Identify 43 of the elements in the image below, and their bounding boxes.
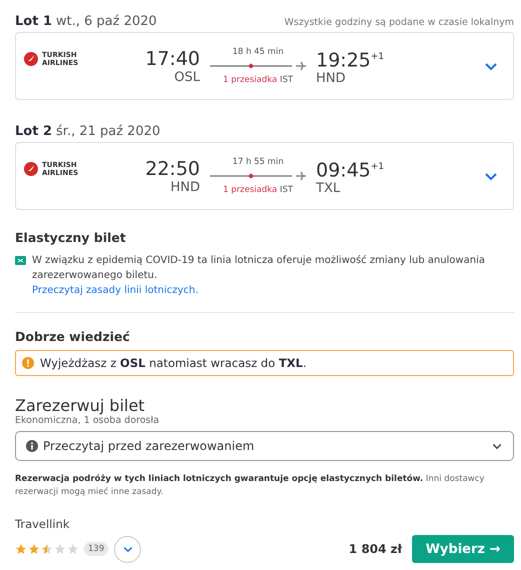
flight-label: Lot 2 — [15, 124, 52, 139]
departure-airport: OSL — [174, 70, 200, 84]
flight-date: wt., 6 paź 2020 — [56, 14, 157, 29]
departure-time: 22:50 — [145, 158, 200, 180]
arrival-time: 19:25$^{+1}$ — [316, 48, 384, 72]
star-icon — [54, 543, 66, 555]
departure-airport: HND — [170, 180, 200, 194]
provider-name: Travellink — [15, 517, 71, 531]
star-icon — [28, 543, 40, 555]
select-button[interactable]: Wybierz → — [412, 535, 514, 563]
section-title: Elastyczny bilet — [15, 230, 127, 245]
flight-label: Lot 1 — [15, 14, 52, 29]
price: 1 804 zł — [348, 542, 402, 556]
info-dropdown[interactable]: Przeczytaj przed zarezerwowaniem — [15, 431, 514, 461]
flight-duration: 18 h 45 min — [232, 47, 284, 57]
warning-text: Wyjeżdżasz z OSL natomiast wracasz do TXL. — [40, 356, 307, 370]
airline-logo-icon — [24, 52, 38, 66]
review-count: 139 — [84, 542, 108, 556]
airline-logo-icon — [24, 162, 38, 176]
stopover-info: 1 przesiadka IST — [223, 185, 293, 195]
stopover-info: 1 przesiadka IST — [223, 75, 293, 85]
route-line-icon — [210, 169, 306, 183]
arrival-airport: HND — [316, 71, 347, 86]
route-line-icon — [210, 59, 306, 73]
star-icon — [67, 543, 79, 555]
star-icon — [15, 543, 27, 555]
booking-title: Zarezerwuj bilet — [15, 396, 146, 415]
arrival-airport: TXL — [316, 181, 342, 196]
arrival-time: 09:45$^{+1}$ — [316, 158, 384, 182]
booking-subtitle: Ekonomiczna, 1 osoba dorosła — [15, 415, 160, 426]
flight-duration: 17 h 55 min — [232, 157, 284, 167]
airline-rules-link[interactable]: Przeczytaj zasady linii lotniczych. — [32, 283, 514, 298]
departure-time: 17:40 — [145, 48, 200, 70]
info-icon — [26, 440, 38, 452]
star-icon — [41, 543, 53, 555]
flexible-ticket-text: W związku z epidemią COVID-19 ta linia lotnicza oferuje możliwość zmiany lub anulowania zarezerwowanego biletu. — [32, 254, 486, 283]
section-title: Dobrze wiedzieć — [15, 329, 131, 344]
booking-note: Rezerwacja podróży w tych liniach lotniczych gwarantuje opcję elastycznych biletów. Inni dostawcy rezerwacji mogą mieć inne zasady. — [15, 473, 486, 499]
timezone-note: Wszystkie godziny są podane w czasie lokalnym — [284, 17, 514, 28]
warning-icon — [22, 357, 34, 369]
ticket-icon — [15, 256, 26, 265]
flight-date: śr., 21 paź 2020 — [56, 124, 160, 139]
expand-reviews-button[interactable] — [114, 536, 142, 562]
